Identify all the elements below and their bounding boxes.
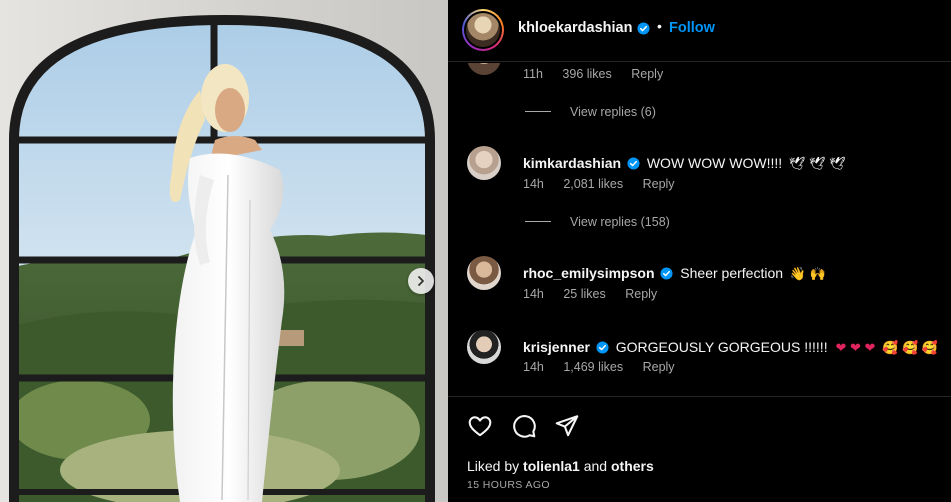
avatar-image	[466, 13, 500, 47]
comment-username[interactable]: krisjenner	[523, 339, 590, 355]
comment-time: 14h	[523, 287, 544, 301]
liked-by-others[interactable]: others	[611, 458, 654, 474]
post-actions: Liked by tolienla1 and others 15 HOURS A…	[448, 396, 951, 502]
comment-body: WOW WOW WOW!!!!	[646, 155, 783, 171]
comment-time: 14h	[523, 360, 544, 374]
view-replies-button[interactable]: View replies (158)	[525, 215, 670, 229]
hands-emoji: 👋 🙌	[789, 266, 826, 281]
replies-line	[525, 221, 551, 222]
comment-meta: 14h 2,081 likes Reply	[523, 177, 691, 191]
next-image-button[interactable]	[408, 268, 434, 294]
comment-text: kimkardashian WOW WOW WOW!!!! 🕊 🕊 🕊	[523, 155, 846, 172]
author-avatar[interactable]	[462, 9, 504, 51]
post-image[interactable]	[0, 0, 448, 502]
comment-avatar[interactable]	[467, 330, 501, 364]
comment-avatar[interactable]	[467, 256, 501, 290]
reply-button[interactable]: Reply	[625, 287, 657, 301]
comments-list[interactable]: 11h 396 likes Reply View replies (6) kim…	[448, 63, 951, 395]
comment-avatar[interactable]	[467, 63, 501, 75]
verified-icon	[660, 267, 673, 280]
comment-body: GORGEOUSLY GORGEOUS !!!!!!	[615, 339, 828, 355]
comment-time: 11h	[523, 67, 543, 81]
verified-icon	[596, 341, 609, 354]
post-header: khloekardashian • Follow	[448, 0, 951, 62]
comment-text: krisjenner GORGEOUSLY GORGEOUS !!!!!! ❤ …	[523, 339, 938, 356]
reply-button[interactable]: Reply	[643, 177, 675, 191]
comment-likes[interactable]: 396 likes	[562, 67, 611, 81]
heart-icon[interactable]	[467, 413, 493, 439]
post-side-panel: khloekardashian • Follow 11h 396 likes R…	[448, 0, 951, 502]
verified-icon	[627, 157, 640, 170]
photo-illustration	[9, 14, 435, 502]
share-icon[interactable]	[554, 413, 580, 439]
chevron-right-icon	[418, 276, 424, 286]
reply-button[interactable]: Reply	[643, 360, 675, 374]
liked-by-text: Liked by tolienla1 and others	[467, 458, 654, 474]
avatar-inner	[464, 11, 502, 49]
liked-by-prefix: Liked by	[467, 458, 520, 474]
comment-meta: 14h 25 likes Reply	[523, 287, 673, 301]
reply-button[interactable]: Reply	[631, 67, 663, 81]
comment-meta: 11h 396 likes Reply	[523, 67, 679, 81]
header-separator: •	[657, 18, 662, 34]
liked-by-and: and	[583, 458, 608, 474]
comment-icon[interactable]	[511, 413, 537, 439]
comment-avatar[interactable]	[467, 146, 501, 180]
dove-emoji: 🕊 🕊 🕊	[789, 156, 846, 171]
view-replies-button[interactable]: View replies (6)	[525, 105, 656, 119]
comment-username[interactable]: rhoc_emilysimpson	[523, 265, 655, 281]
comment-meta: 14h 1,469 likes Reply	[523, 360, 691, 374]
author-username[interactable]: khloekardashian	[518, 20, 632, 36]
comment-username[interactable]: kimkardashian	[523, 155, 621, 171]
post-timestamp[interactable]: 15 HOURS AGO	[467, 479, 550, 491]
liked-by-user[interactable]: tolienla1	[523, 458, 580, 474]
comment-body: Sheer perfection	[680, 265, 784, 281]
follow-button[interactable]: Follow	[669, 20, 715, 36]
comment-likes[interactable]: 1,469 likes	[563, 360, 623, 374]
view-replies-label: View replies (6)	[570, 105, 656, 119]
verified-icon	[637, 22, 650, 35]
replies-line	[525, 111, 551, 112]
view-replies-label: View replies (158)	[570, 215, 670, 229]
comment-text: rhoc_emilysimpson Sheer perfection 👋 🙌	[523, 265, 826, 282]
comment-likes[interactable]: 25 likes	[563, 287, 605, 301]
comment-time: 14h	[523, 177, 544, 191]
comment-likes[interactable]: 2,081 likes	[563, 177, 623, 191]
smiling-face-emoji: 🥰 🥰 🥰	[882, 340, 939, 355]
heart-emoji: ❤ ❤ ❤	[835, 340, 876, 355]
